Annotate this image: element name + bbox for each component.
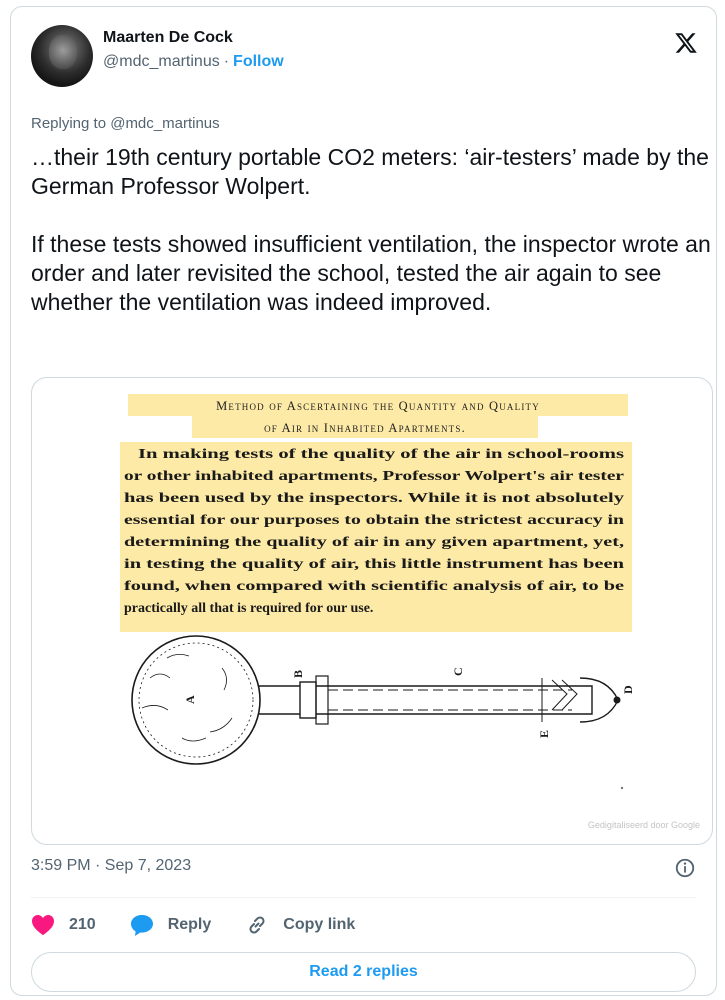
- air-tester-diagram: [131, 635, 621, 765]
- diagram-label-e: E: [537, 730, 551, 738]
- copy-link-label: Copy link: [283, 916, 356, 933]
- follow-button[interactable]: Follow: [233, 53, 284, 70]
- tweet-paragraph: If these tests showed insufficient venti…: [31, 231, 711, 315]
- divider: [31, 897, 696, 898]
- tweet-timestamp[interactable]: 3:59 PM · Sep 7, 2023: [31, 857, 191, 875]
- avatar[interactable]: [31, 25, 93, 87]
- scan-body-line: in testing the quality of air, this litt…: [124, 557, 624, 572]
- scan-body-line: or other inhabited apartments, Professor…: [124, 469, 624, 484]
- scan-watermark: Gedigitaliseerd door Google: [587, 820, 700, 830]
- scan-body-line: found, when compared with scientific ana…: [124, 579, 624, 594]
- scan-heading-line: Method of Ascertaining the Quantity and …: [216, 399, 540, 413]
- info-icon[interactable]: [674, 857, 696, 879]
- scan-body-line: practically all that is required for our…: [124, 601, 373, 616]
- scan-body-line: determining the quality of air in any gi…: [124, 535, 624, 550]
- scan-body-line: In making tests of the quality of the ai…: [138, 447, 625, 462]
- tweet-header: Maarten De Cock @mdc_martinus · Follow: [31, 23, 698, 93]
- diagram-label-a: A: [183, 695, 197, 704]
- handle-separator: ·: [223, 53, 230, 70]
- tweet-paragraph: …their 19th century portable CO2 meters:…: [31, 144, 709, 199]
- scan-heading-line: of Air in Inhabited Apartments.: [264, 421, 466, 435]
- tweet-card: Maarten De Cock @mdc_martinus · Follow Rep…: [10, 6, 717, 996]
- tweet-text: …their 19th century portable CO2 meters:…: [31, 143, 711, 317]
- tweet-media-image[interactable]: Method of Ascertaining the Quantity and …: [31, 377, 713, 845]
- scan-body-line: essential for our purposes to obtain the…: [124, 513, 624, 528]
- diagram-label-b: B: [291, 670, 305, 678]
- speech-bubble-icon: [130, 915, 153, 936]
- copy-link-button[interactable]: Copy link: [245, 913, 355, 937]
- handle-row: @mdc_martinus · Follow: [103, 53, 284, 71]
- tweet-actions: 210 Reply Copy link: [31, 912, 389, 938]
- x-logo-icon[interactable]: [674, 31, 698, 55]
- scan-body-line: has been used by the inspectors. While i…: [124, 491, 624, 506]
- link-icon: [249, 916, 265, 934]
- author-name[interactable]: Maarten De Cock: [103, 29, 233, 47]
- replying-to[interactable]: Replying to @mdc_martinus: [31, 115, 220, 132]
- reply-button[interactable]: Reply: [130, 914, 212, 936]
- diagram-label-c: C: [451, 667, 465, 676]
- reply-label: Reply: [167, 916, 212, 933]
- diagram-label-d: D: [621, 685, 635, 694]
- likes-count: 210: [69, 916, 96, 933]
- like-button[interactable]: 210: [31, 914, 96, 936]
- read-replies-button[interactable]: Read 2 replies: [31, 952, 696, 992]
- author-handle[interactable]: @mdc_martinus: [103, 53, 220, 70]
- heart-icon: [32, 915, 54, 936]
- scanned-page: Method of Ascertaining the Quantity and …: [120, 394, 635, 790]
